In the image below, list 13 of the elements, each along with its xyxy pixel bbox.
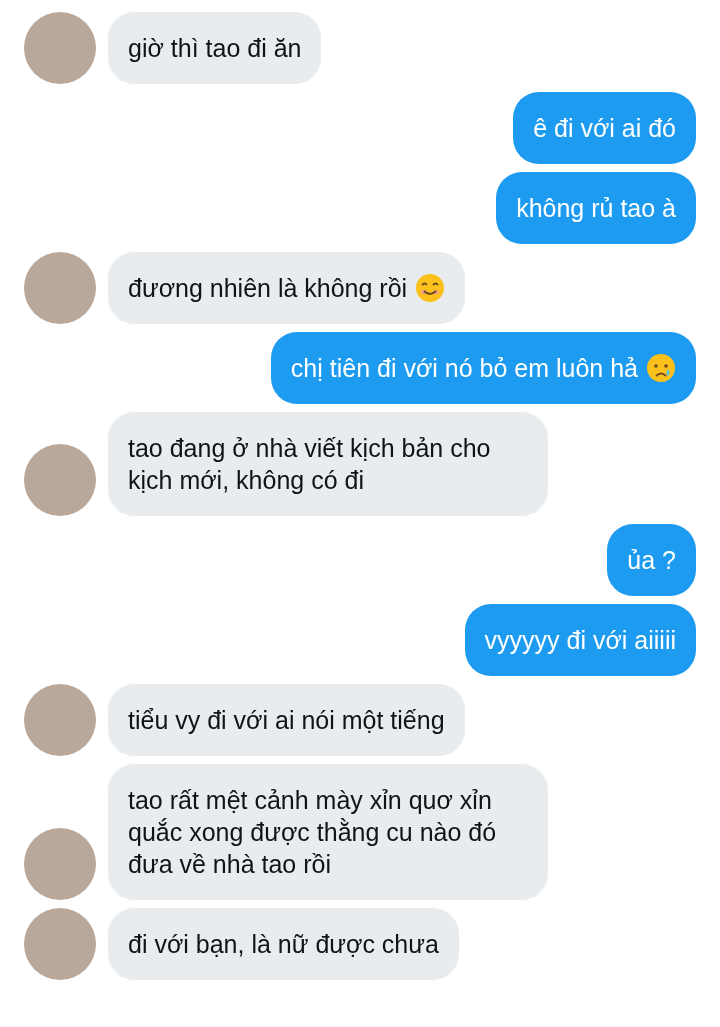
message-text: đi với bạn, là nữ được chưa — [128, 929, 439, 960]
message-text: chị tiên đi với nó bỏ em luôn hả — [290, 353, 638, 384]
crying-face-icon — [646, 353, 676, 383]
smiling-face-icon — [415, 273, 446, 303]
message-text: tao rất mệt cảnh mày xỉn quơ xỉn quắc xong được thằng cu nào đó đưa về nhà tao rồi — [128, 785, 498, 880]
message-text: không rủ tao à — [516, 193, 676, 224]
message-text: vyyyyy đi với aiiiii — [484, 625, 676, 656]
message-text: tao đang ở nhà viết kịch bản cho kịch mới, không có đi — [128, 433, 492, 496]
message-text: đương nhiên là không rồi — [128, 273, 408, 304]
message-text: ê đi với ai đó — [533, 113, 676, 144]
message-text: tiểu vy đi với ai nói một tiếng — [128, 705, 445, 736]
message-text: ủa ? — [627, 545, 676, 576]
message-text: giờ thì tao đi ăn — [128, 33, 302, 64]
